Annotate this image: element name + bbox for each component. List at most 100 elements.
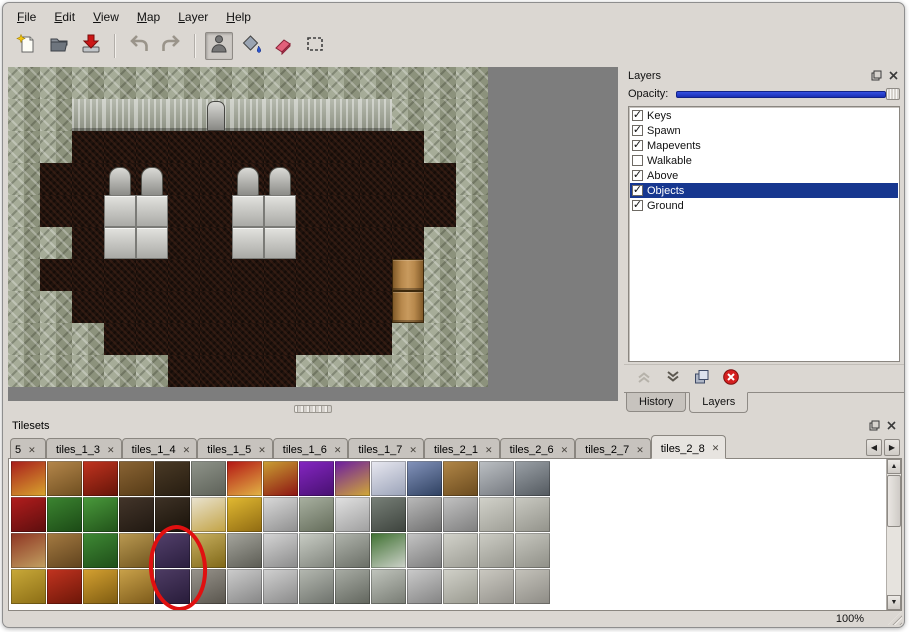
map-tile-rock[interactable] <box>232 67 264 99</box>
map-tile-dark-floor[interactable] <box>104 131 136 163</box>
map-tile-gravestone[interactable] <box>264 163 296 195</box>
tab-close-icon[interactable]: ✕ <box>107 446 115 455</box>
map-tile-rock[interactable] <box>392 355 424 387</box>
tileset-tile[interactable] <box>371 569 406 604</box>
map-tile-dark-floor[interactable] <box>296 259 328 291</box>
map-tile-wall[interactable] <box>104 99 136 131</box>
tileset-tile[interactable] <box>155 461 190 496</box>
map-tile-dark-floor[interactable] <box>200 291 232 323</box>
tileset-tab-tiles_1_5[interactable]: tiles_1_5✕ <box>197 438 273 458</box>
tab-close-icon[interactable]: ✕ <box>636 446 644 455</box>
tileset-tile[interactable] <box>299 569 334 604</box>
tileset-tile[interactable] <box>335 497 370 532</box>
dock-tab-history[interactable]: History <box>626 393 686 412</box>
tileset-tile[interactable] <box>47 497 82 532</box>
stamp-tool-button[interactable] <box>205 32 233 60</box>
map-tile-rock[interactable] <box>424 227 456 259</box>
map-tile-dark-floor[interactable] <box>232 259 264 291</box>
map-tile-tomb-slab[interactable] <box>136 195 168 227</box>
tileset-tile[interactable] <box>371 497 406 532</box>
map-tile-gravestone[interactable] <box>136 163 168 195</box>
map-canvas[interactable] <box>8 67 488 387</box>
tileset-tile[interactable] <box>479 497 514 532</box>
tab-close-icon[interactable]: ✕ <box>28 446 36 455</box>
tileset-tile[interactable] <box>515 569 550 604</box>
move-layer-down-button[interactable] <box>663 369 683 389</box>
layers-close-button[interactable] <box>886 69 900 82</box>
map-tile-dark-floor[interactable] <box>296 323 328 355</box>
map-tile-rock[interactable] <box>8 163 40 195</box>
map-tile-dark-floor[interactable] <box>136 323 168 355</box>
tileset-tile[interactable] <box>191 569 226 604</box>
map-tile-dark-floor[interactable] <box>232 323 264 355</box>
map-tile-rock[interactable] <box>8 323 40 355</box>
map-tile-dark-floor[interactable] <box>328 259 360 291</box>
tab-close-icon[interactable]: ✕ <box>712 444 720 453</box>
map-tile-dark-floor[interactable] <box>200 163 232 195</box>
map-tile-rock[interactable] <box>456 323 488 355</box>
purple-door-tile[interactable] <box>155 569 190 604</box>
tileset-tile[interactable] <box>335 533 370 568</box>
map-tile-dark-floor[interactable] <box>328 227 360 259</box>
tab-scroll-left-icon[interactable]: ◀ <box>866 439 882 456</box>
map-tile-rock[interactable] <box>360 355 392 387</box>
map-tile-statue[interactable] <box>200 99 232 131</box>
tileset-tile[interactable] <box>515 461 550 496</box>
map-tile-dark-floor[interactable] <box>392 163 424 195</box>
map-tile-wall[interactable] <box>296 99 328 131</box>
opacity-slider-handle[interactable] <box>886 88 900 100</box>
tileset-scrollbar[interactable]: ▲ ▼ <box>886 459 901 610</box>
tileset-tab-tiles_1_7[interactable]: tiles_1_7✕ <box>348 438 424 458</box>
layer-checkbox-mapevents[interactable]: ✓ <box>632 140 643 151</box>
map-tile-rock[interactable] <box>40 291 72 323</box>
map-tile-rock[interactable] <box>8 195 40 227</box>
map-tile-rock[interactable] <box>456 195 488 227</box>
map-tile-dark-floor[interactable] <box>72 195 104 227</box>
map-tile-rock[interactable] <box>328 355 360 387</box>
map-tile-dark-floor[interactable] <box>200 195 232 227</box>
tileset-tile[interactable] <box>479 461 514 496</box>
map-tile-rock[interactable] <box>456 259 488 291</box>
tileset-tile[interactable] <box>371 461 406 496</box>
map-tile-rock[interactable] <box>200 67 232 99</box>
map-tile-dark-floor[interactable] <box>360 259 392 291</box>
map-tile-rock[interactable] <box>72 323 104 355</box>
map-tile-rock[interactable] <box>456 291 488 323</box>
tileset-tile[interactable] <box>47 569 82 604</box>
tileset-tab-tiles_1_3[interactable]: tiles_1_3✕ <box>46 438 122 458</box>
map-tile-dark-floor[interactable] <box>136 291 168 323</box>
map-tile-rock[interactable] <box>424 99 456 131</box>
tileset-tile[interactable] <box>47 533 82 568</box>
map-tile-rock[interactable] <box>456 163 488 195</box>
tileset-tile[interactable] <box>155 497 190 532</box>
map-tile-dark-floor[interactable] <box>168 163 200 195</box>
map-tile-rock[interactable] <box>40 227 72 259</box>
tileset-tile[interactable] <box>407 461 442 496</box>
map-tile-rock[interactable] <box>456 67 488 99</box>
map-tile-wall[interactable] <box>264 99 296 131</box>
move-layer-up-button[interactable] <box>634 369 654 389</box>
map-tile-rock[interactable] <box>40 67 72 99</box>
new-file-button[interactable] <box>13 32 41 60</box>
map-tile-rock[interactable] <box>8 227 40 259</box>
layer-checkbox-spawn[interactable]: ✓ <box>632 125 643 136</box>
map-tile-dark-floor[interactable] <box>392 195 424 227</box>
tileset-tile[interactable] <box>83 497 118 532</box>
tileset-tile[interactable] <box>479 569 514 604</box>
tileset-tile[interactable] <box>11 497 46 532</box>
map-tile-dark-floor[interactable] <box>200 259 232 291</box>
map-tile-dark-floor[interactable] <box>72 291 104 323</box>
layer-row-spawn[interactable]: ✓Spawn <box>630 123 898 138</box>
layer-checkbox-ground[interactable]: ✓ <box>632 200 643 211</box>
layer-checkbox-objects[interactable]: ✓ <box>632 185 643 196</box>
map-tile-dark-floor[interactable] <box>72 131 104 163</box>
map-tile-rock[interactable] <box>8 291 40 323</box>
tileset-grid[interactable] <box>11 461 550 604</box>
tab-scroll-right-icon[interactable]: ▶ <box>884 439 900 456</box>
map-tile-dark-floor[interactable] <box>136 131 168 163</box>
undo-button[interactable] <box>125 32 153 60</box>
map-tile-dark-floor[interactable] <box>296 195 328 227</box>
menu-item-layer[interactable]: Layer <box>170 8 216 26</box>
map-tile-rock[interactable] <box>8 259 40 291</box>
map-tile-rock[interactable] <box>8 131 40 163</box>
